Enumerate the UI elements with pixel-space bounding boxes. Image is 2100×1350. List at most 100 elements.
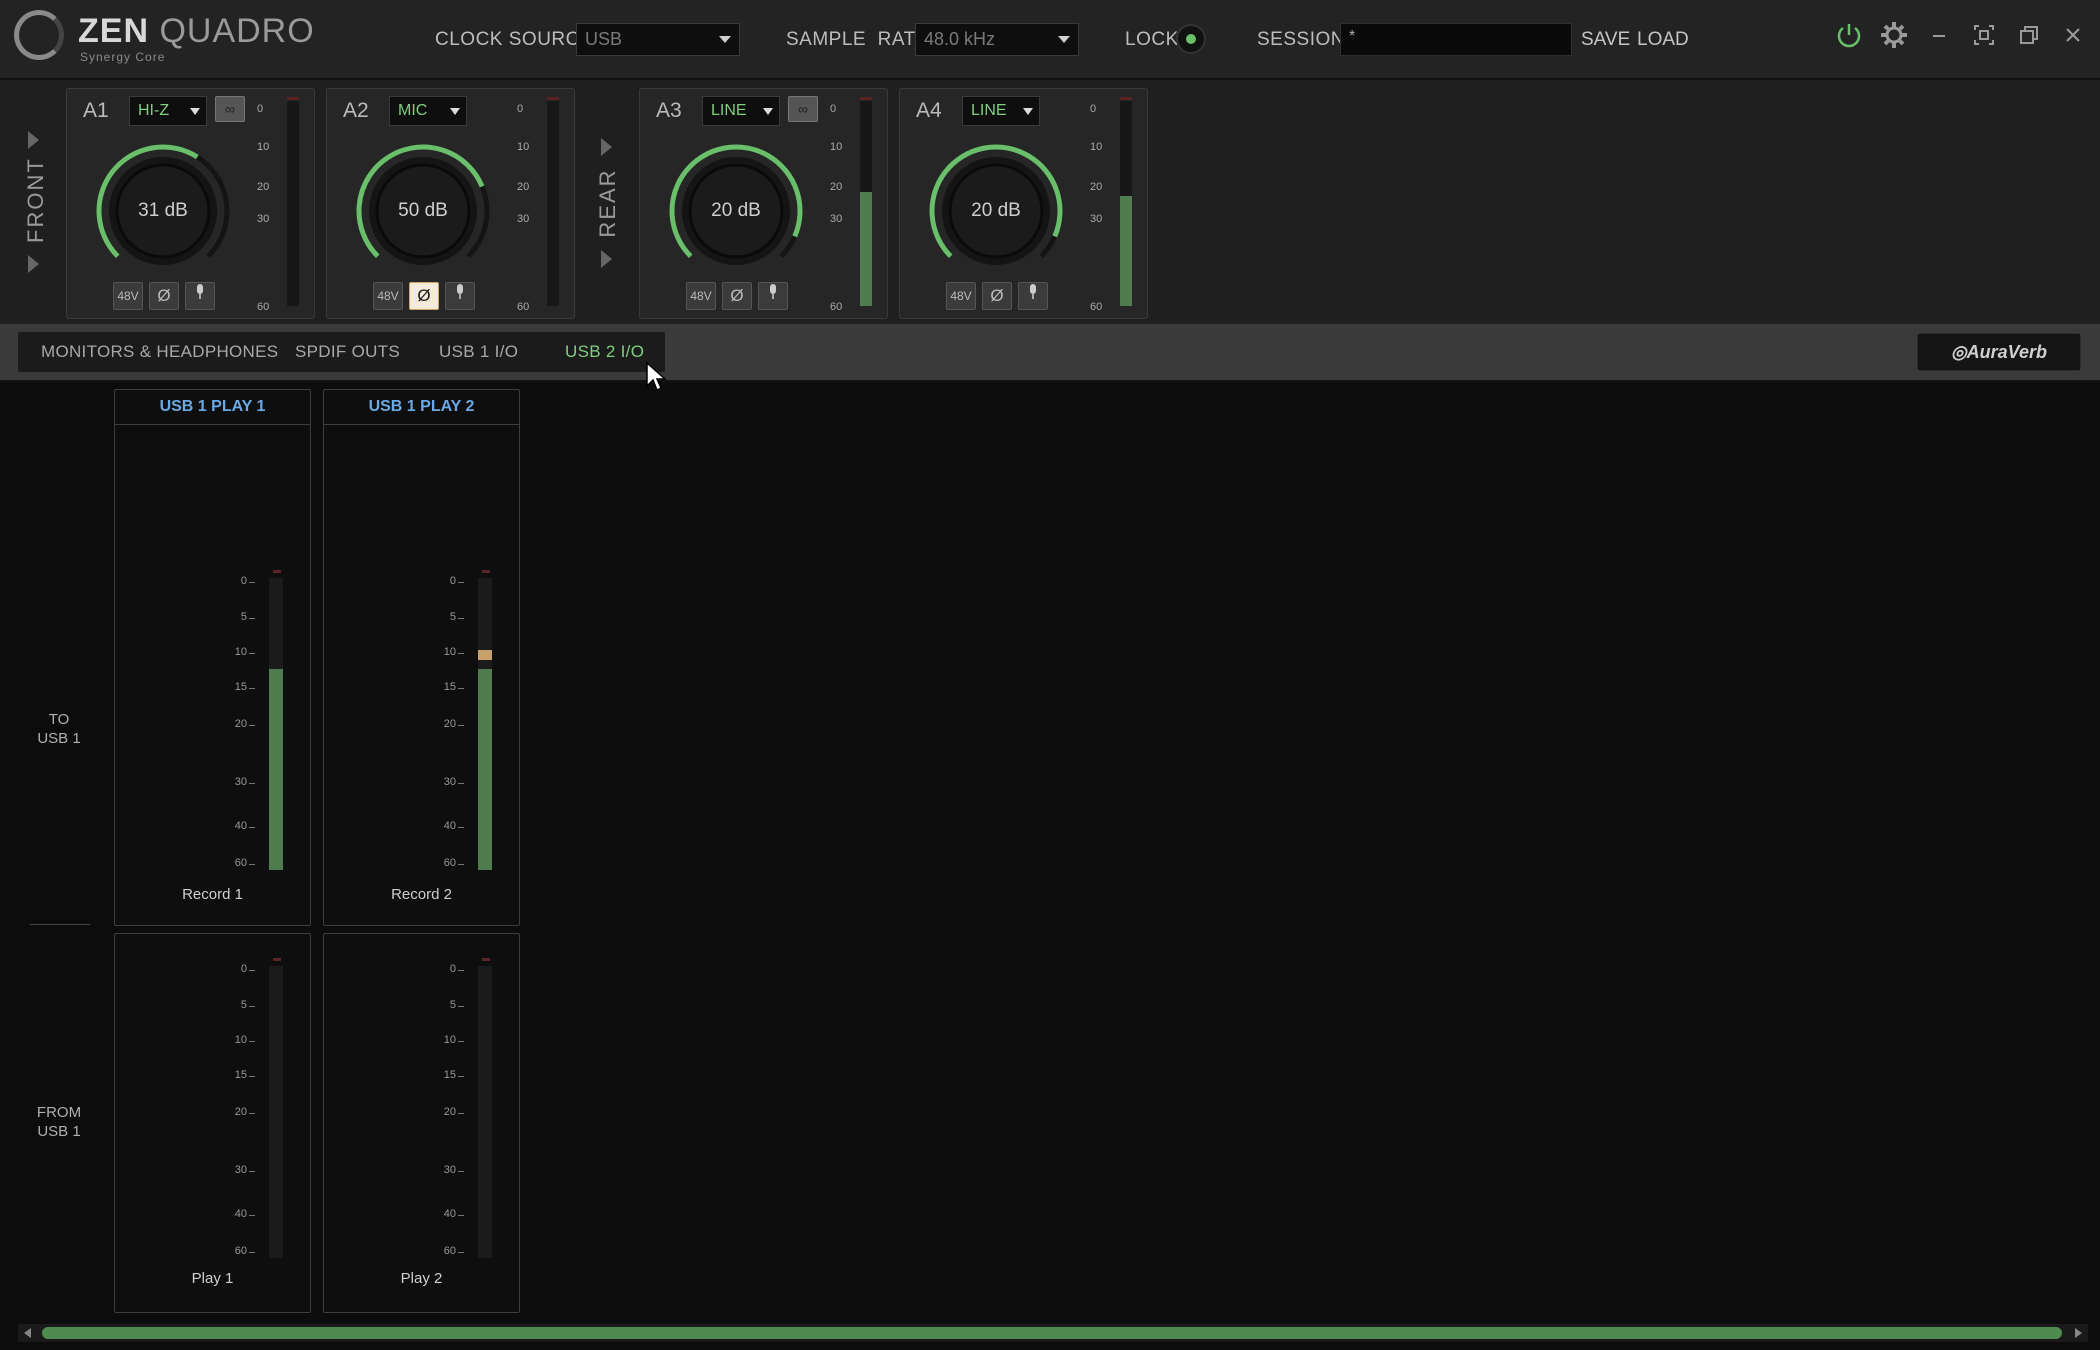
meter-tick	[249, 688, 255, 689]
load-button[interactable]: LOAD	[1637, 29, 1689, 51]
meter-tick-label: 60	[1090, 301, 1103, 313]
restore-icon[interactable]	[2012, 18, 2046, 52]
chevron-down-icon	[719, 36, 731, 43]
mic-icon[interactable]	[1018, 282, 1048, 310]
panel-label: Record 1	[182, 886, 243, 903]
panel-header: USB 1 PLAY 1	[115, 390, 310, 425]
mic-icon[interactable]	[445, 282, 475, 310]
meter-tick-label: 10	[1090, 141, 1103, 153]
tab-usb2-io[interactable]: USB 2 I/O	[565, 342, 644, 362]
phase-invert-button[interactable]: Ø	[409, 282, 439, 310]
phase-invert-button[interactable]: Ø	[982, 282, 1012, 310]
clock-source-label: CLOCK SOURCE	[435, 29, 594, 50]
sample-rate-value: 48.0 kHz	[924, 29, 996, 49]
front-label: FRONT	[23, 157, 48, 243]
meter-tick-label: 0	[1090, 103, 1097, 115]
input-type-select[interactable]: MIC	[389, 96, 467, 126]
chevron-down-icon	[763, 108, 773, 115]
meter-tick-label: 30	[234, 776, 247, 788]
input-type-select[interactable]: HI-Z	[129, 96, 207, 126]
phantom-power-button[interactable]: 48V	[686, 282, 716, 310]
auraverb-button[interactable]: ◎AuraVerb	[1917, 333, 2081, 371]
meter-tick	[458, 864, 464, 865]
phase-invert-button[interactable]: Ø	[722, 282, 752, 310]
meter-tick-label: 10	[517, 141, 530, 153]
meter-tick-label: 60	[830, 301, 843, 313]
scrollbar-thumb[interactable]	[42, 1327, 2062, 1339]
lock-indicator	[1176, 24, 1206, 54]
fit-window-icon[interactable]	[1967, 18, 2001, 52]
meter-tick	[249, 725, 255, 726]
clip-indicator	[273, 958, 281, 961]
input-level-meter: 0 10 20 30 60	[515, 97, 565, 313]
gain-knob[interactable]: 50 dB	[353, 141, 493, 281]
gain-value: 20 dB	[711, 200, 761, 221]
gain-knob[interactable]: 31 dB	[93, 141, 233, 281]
meter-tick-label: 40	[234, 820, 247, 832]
link-icon[interactable]: ∞	[215, 96, 245, 122]
sample-rate-select[interactable]: 48.0 kHz	[915, 23, 1079, 56]
tab-usb1-io[interactable]: USB 1 I/O	[439, 342, 518, 362]
gain-knob[interactable]: 20 dB	[926, 141, 1066, 281]
input-channel-a1: A1 HI-Z ∞ 31 dB 48V Ø 0 10 20 30 60	[66, 88, 315, 319]
meter-track	[547, 101, 559, 306]
meter-tick	[458, 1252, 464, 1253]
tab-spdif-outs[interactable]: SPDIF OUTS	[295, 342, 400, 362]
record-panel-1: USB 1 PLAY 1 0 5 10 15 20 30 40 60 Record 1	[114, 389, 311, 926]
scroll-right-icon[interactable]	[2075, 1328, 2082, 1338]
input-type-select[interactable]: LINE	[962, 96, 1040, 126]
meter-tick-label: 40	[234, 1208, 247, 1220]
input-level-meter: 0 10 20 30 60	[1088, 97, 1138, 313]
gear-icon[interactable]	[1877, 18, 1911, 52]
meter-tick-label: 20	[1090, 181, 1103, 193]
rear-collapse-arrow[interactable]	[601, 138, 612, 156]
meter-tick-label: 0	[517, 103, 524, 115]
meter-tick	[458, 653, 464, 654]
horizontal-scrollbar[interactable]	[18, 1324, 2088, 1342]
logo-main-text: ZEN	[78, 12, 149, 50]
meter-tick-label: 60	[234, 857, 247, 869]
clip-indicator	[273, 570, 281, 573]
panel-header: USB 1 PLAY 2	[324, 390, 519, 425]
input-type-select[interactable]: LINE	[702, 96, 780, 126]
meter-tick-label: 0	[830, 103, 837, 115]
rear-expand-arrow[interactable]	[601, 250, 612, 268]
meter-tick	[249, 1076, 255, 1077]
record-meter-2: 0 5 10 15 20 30 40 60	[444, 570, 504, 870]
meter-tick-label: 20	[443, 1106, 456, 1118]
meter-tick-label: 10	[257, 141, 270, 153]
meter-tick-label: 20	[234, 718, 247, 730]
scroll-left-icon[interactable]	[24, 1328, 31, 1338]
row-divider	[30, 924, 90, 925]
minimize-icon[interactable]	[1922, 18, 1956, 52]
front-expand-arrow[interactable]	[28, 255, 39, 273]
save-button[interactable]: SAVE	[1581, 29, 1630, 51]
phantom-power-button[interactable]: 48V	[373, 282, 403, 310]
routing-tabs: MONITORS & HEADPHONES SPDIF OUTS USB 1 I…	[18, 332, 665, 372]
clip-indicator	[482, 570, 490, 573]
close-icon[interactable]	[2056, 18, 2090, 52]
row-label-from-usb: FROM USB 1	[36, 1104, 82, 1140]
play-panel-2: 0 5 10 15 20 30 40 60 Play 2	[323, 933, 520, 1313]
meter-tick	[249, 864, 255, 865]
mic-icon[interactable]	[758, 282, 788, 310]
phantom-power-button[interactable]: 48V	[113, 282, 143, 310]
clock-source-select[interactable]: USB	[576, 23, 740, 56]
peak-hold-indicator	[478, 650, 492, 660]
link-icon[interactable]: ∞	[788, 96, 818, 122]
record-panel-2: USB 1 PLAY 2 0 5 10 15 20 30 40 60 Record 2	[323, 389, 520, 926]
tab-monitors-headphones[interactable]: MONITORS & HEADPHONES	[41, 342, 278, 362]
meter-tick	[249, 1041, 255, 1042]
phantom-power-button[interactable]: 48V	[946, 282, 976, 310]
session-input[interactable]: *	[1340, 23, 1572, 56]
gain-knob[interactable]: 20 dB	[666, 141, 806, 281]
meter-tick-label: 60	[443, 857, 456, 869]
channel-name: A1	[83, 99, 109, 122]
input-level-meter: 0 10 20 30 60	[828, 97, 878, 313]
front-collapse-arrow[interactable]	[28, 131, 39, 149]
phase-invert-button[interactable]: Ø	[149, 282, 179, 310]
rear-label: REAR	[595, 168, 620, 238]
meter-tick-label: 5	[449, 999, 456, 1011]
mic-icon[interactable]	[185, 282, 215, 310]
power-icon[interactable]	[1832, 18, 1866, 52]
